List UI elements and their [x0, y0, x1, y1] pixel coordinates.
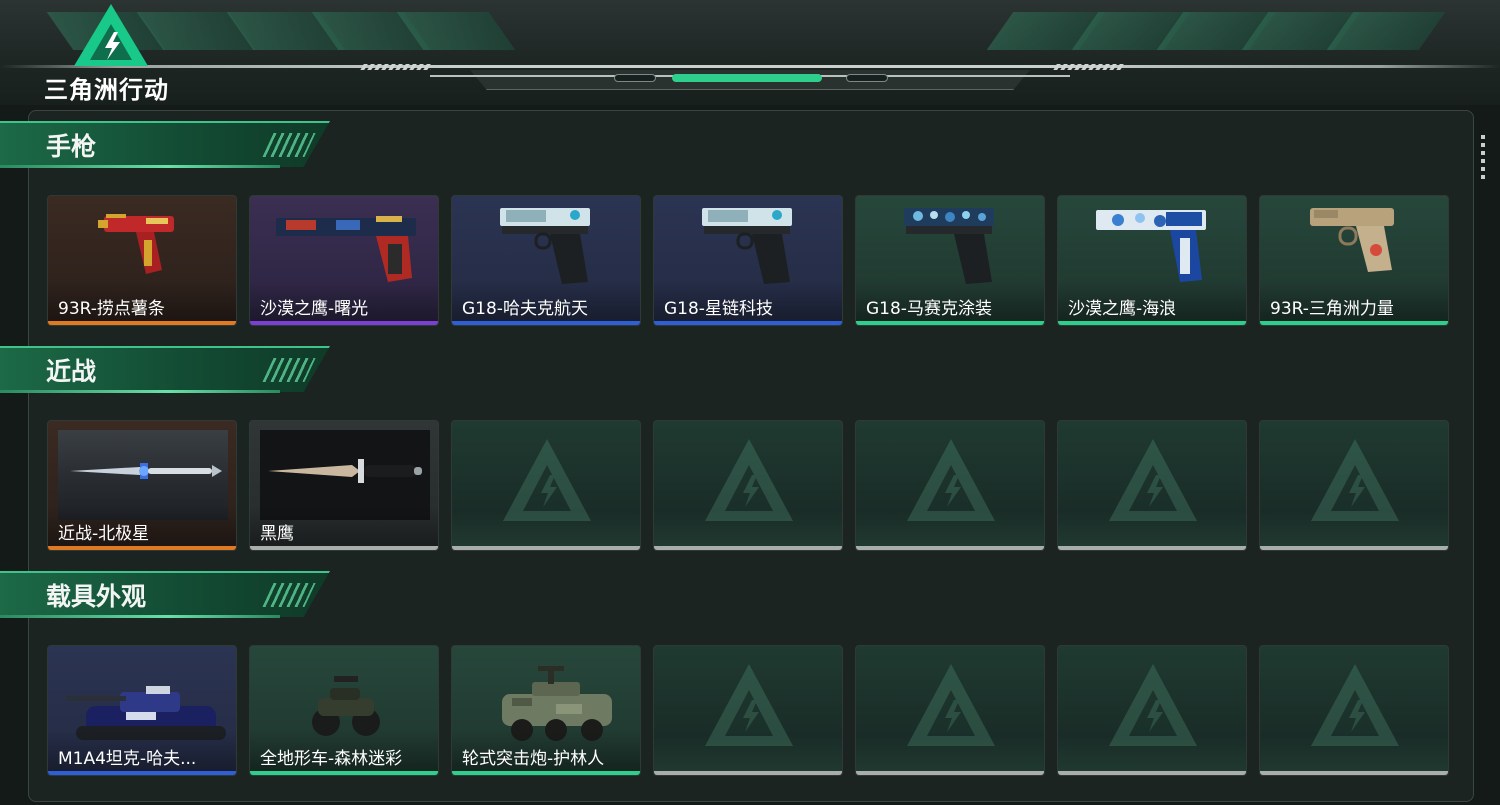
rarity-bar	[654, 771, 842, 775]
item-card[interactable]: 轮式突击炮-护林人	[451, 645, 641, 776]
item-row-pistols: 93R-捞点薯条 沙漠之鹰-曙光 G18-哈夫克航天 G18-星链科技 G18-…	[47, 195, 1450, 326]
item-name: 93R-三角洲力量	[1270, 299, 1394, 319]
item-card[interactable]: 93R-三角洲力量	[1259, 195, 1449, 326]
item-card[interactable]: 沙漠之鹰-曙光	[249, 195, 439, 326]
empty-item-slot[interactable]	[653, 645, 843, 776]
empty-slot-icon	[503, 439, 591, 521]
logo-text: 三角洲行动	[44, 76, 169, 104]
banner-underline	[0, 165, 280, 168]
item-name: G18-马赛克涂装	[866, 299, 992, 319]
item-name: 93R-捞点薯条	[58, 299, 165, 319]
rarity-bar	[452, 321, 640, 325]
item-name: 沙漠之鹰-曙光	[260, 299, 369, 319]
item-card[interactable]: G18-星链科技	[653, 195, 843, 326]
empty-item-slot[interactable]	[1057, 645, 1247, 776]
item-card[interactable]: 沙漠之鹰-海浪	[1057, 195, 1247, 326]
section-header-vehicles: 载具外观	[0, 571, 330, 623]
item-name: 近战-北极星	[58, 524, 150, 544]
item-name: 全地形车-森林迷彩	[260, 749, 403, 769]
header-dashes	[1053, 64, 1127, 70]
item-card[interactable]: G18-马赛克涂装	[855, 195, 1045, 326]
section-title: 手枪	[46, 132, 97, 161]
empty-slot-icon	[1311, 439, 1399, 521]
rarity-bar	[48, 321, 236, 325]
rarity-bar	[1260, 546, 1448, 550]
empty-slot-icon	[705, 439, 793, 521]
rarity-bar	[856, 771, 1044, 775]
section-title: 近战	[46, 357, 97, 386]
item-card[interactable]: 黑鹰	[249, 420, 439, 551]
item-row-vehicles: M1A4坦克-哈夫... 全地形车-森林迷彩 轮式突击炮-护林人	[47, 645, 1450, 776]
page-indicator[interactable]	[614, 74, 656, 82]
empty-item-slot[interactable]	[653, 420, 843, 551]
empty-slot-icon	[705, 664, 793, 746]
item-card[interactable]: G18-哈夫克航天	[451, 195, 641, 326]
empty-slot-icon	[907, 664, 995, 746]
section-header-pistols: 手枪	[0, 121, 330, 173]
banner-underline	[0, 615, 280, 618]
rarity-bar	[250, 546, 438, 550]
rarity-bar	[654, 546, 842, 550]
item-card[interactable]: 全地形车-森林迷彩	[249, 645, 439, 776]
rarity-bar	[654, 321, 842, 325]
empty-item-slot[interactable]	[1259, 420, 1449, 551]
delta-logo-icon	[74, 4, 148, 66]
item-row-melee: 近战-北极星 黑鹰	[47, 420, 1450, 551]
empty-slot-icon	[907, 439, 995, 521]
section-header-melee: 近战	[0, 346, 330, 398]
empty-item-slot[interactable]	[451, 420, 641, 551]
empty-item-slot[interactable]	[855, 645, 1045, 776]
item-name: G18-哈夫克航天	[462, 299, 588, 319]
empty-item-slot[interactable]	[855, 420, 1045, 551]
item-card[interactable]: 93R-捞点薯条	[47, 195, 237, 326]
rarity-bar	[1058, 546, 1246, 550]
item-name: G18-星链科技	[664, 299, 773, 319]
empty-slot-icon	[1311, 664, 1399, 746]
item-name: M1A4坦克-哈夫...	[58, 749, 197, 769]
item-card[interactable]: 近战-北极星	[47, 420, 237, 551]
rarity-bar	[1058, 321, 1246, 325]
empty-slot-icon	[1109, 664, 1197, 746]
item-name: 沙漠之鹰-海浪	[1068, 299, 1177, 319]
empty-item-slot[interactable]	[1057, 420, 1247, 551]
rarity-bar	[452, 546, 640, 550]
page-indicator-active[interactable]	[672, 74, 822, 82]
empty-item-slot[interactable]	[1259, 645, 1449, 776]
rarity-bar	[48, 546, 236, 550]
item-card[interactable]: M1A4坦克-哈夫...	[47, 645, 237, 776]
rarity-bar	[250, 321, 438, 325]
rarity-bar	[452, 771, 640, 775]
rarity-bar	[1058, 771, 1246, 775]
page-indicator[interactable]	[846, 74, 888, 82]
rarity-bar	[1260, 321, 1448, 325]
header-dashes	[360, 64, 434, 70]
rarity-bar	[1260, 771, 1448, 775]
banner-underline	[0, 390, 280, 393]
item-name: 黑鹰	[260, 524, 294, 544]
rarity-bar	[856, 321, 1044, 325]
rarity-bar	[856, 546, 1044, 550]
item-name: 轮式突击炮-护林人	[462, 749, 605, 769]
empty-slot-icon	[1109, 439, 1197, 521]
rarity-bar	[250, 771, 438, 775]
section-title: 载具外观	[46, 582, 147, 611]
header-rail	[0, 65, 1500, 68]
top-header	[0, 0, 1500, 105]
scrollbar[interactable]	[1481, 135, 1485, 180]
rarity-bar	[48, 771, 236, 775]
